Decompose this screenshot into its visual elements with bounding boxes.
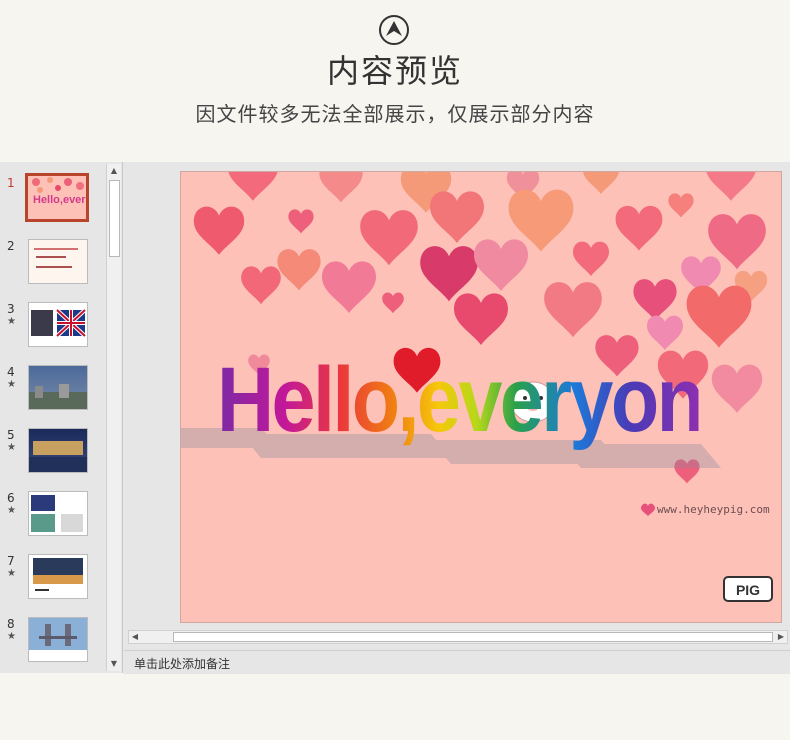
slide-number: 4 <box>7 365 15 379</box>
slide-number: 5 <box>7 428 15 442</box>
slide-thumbnail-4[interactable]: 4 ★ <box>0 365 105 420</box>
slide-thumbnail-image <box>28 239 88 284</box>
slide-thumbnails-pane: 1 Hello,everyone! 2 3 ★ <box>0 162 123 673</box>
slide-thumbnail-3[interactable]: 3 ★ <box>0 302 105 357</box>
scrollbar-thumb[interactable] <box>173 632 773 642</box>
slide-number: 2 <box>7 239 15 253</box>
presentation-window: 1 Hello,everyone! 2 3 ★ <box>0 162 790 674</box>
chevron-up-circle-icon[interactable] <box>378 14 410 46</box>
slide-number: 8 <box>7 617 15 631</box>
page-subtitle: 因文件较多无法全部展示，仅展示部分内容 <box>195 102 595 126</box>
scrollbar-thumb[interactable] <box>109 180 120 257</box>
animation-star-icon: ★ <box>7 631 16 642</box>
slide-thumbnail-image <box>28 554 88 599</box>
heyheypig-logo: PIG <box>723 576 773 602</box>
animation-star-icon: ★ <box>7 442 16 453</box>
slide-thumbnail-image <box>28 491 88 536</box>
slide-thumbnail-image: Hello,everyone! <box>25 173 89 222</box>
heart-icon <box>641 504 655 516</box>
slide-url-text: www.heyheypig.com <box>657 503 770 516</box>
notes-pane[interactable]: 单击此处添加备注 <box>124 650 790 674</box>
slide-headline: Hello,everyone! <box>217 349 770 451</box>
slide-thumbnail-image <box>28 302 88 347</box>
slide-thumbnail-image <box>28 617 88 662</box>
preview-header: 内容预览 因文件较多无法全部展示，仅展示部分内容 <box>0 0 790 162</box>
current-slide[interactable]: Hello,everyone! www.heyheypig.com PIG <box>180 171 782 623</box>
slide-number: 1 <box>7 176 15 190</box>
scroll-down-icon[interactable]: ▼ <box>107 657 121 671</box>
scroll-left-icon[interactable]: ◀ <box>129 631 141 643</box>
animation-star-icon: ★ <box>7 379 16 390</box>
thumbnails-scrollbar[interactable]: ▲ ▼ <box>106 164 121 671</box>
slide-horizontal-scrollbar[interactable]: ◀ ▶ <box>128 630 788 644</box>
slide-thumbnail-7[interactable]: 7 ★ <box>0 554 105 609</box>
slide-thumbnail-image <box>28 365 88 410</box>
animation-star-icon: ★ <box>7 568 16 579</box>
svg-text:Hello,everyone!: Hello,everyone! <box>33 194 86 206</box>
slide-thumbnail-image <box>28 428 88 473</box>
slide-thumbnail-1[interactable]: 1 Hello,everyone! <box>0 173 105 231</box>
slide-thumbnail-5[interactable]: 5 ★ <box>0 428 105 483</box>
scroll-right-icon[interactable]: ▶ <box>775 631 787 643</box>
slide-thumbnail-6[interactable]: 6 ★ <box>0 491 105 546</box>
slide-thumbnail-8[interactable]: 8 ★ <box>0 617 105 672</box>
scroll-up-icon[interactable]: ▲ <box>107 164 121 178</box>
page-title: 内容预览 <box>326 52 463 90</box>
slide-number: 6 <box>7 491 15 505</box>
animation-star-icon: ★ <box>7 505 16 516</box>
slide-number: 3 <box>7 302 15 316</box>
notes-placeholder: 单击此处添加备注 <box>134 657 231 671</box>
animation-star-icon: ★ <box>7 316 16 327</box>
slide-thumbnail-2[interactable]: 2 <box>0 239 105 294</box>
slide-editor: Hello,everyone! www.heyheypig.com PIG ◀ … <box>124 162 790 648</box>
slide-number: 7 <box>7 554 15 568</box>
